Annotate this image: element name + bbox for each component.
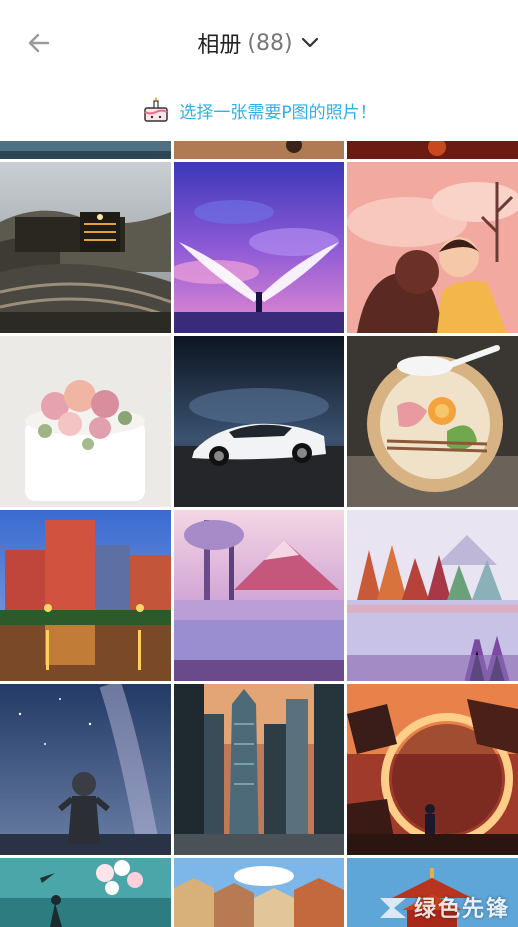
photo-city-reflection[interactable] <box>0 510 171 681</box>
watermark-text: 绿色先锋 <box>413 897 510 922</box>
hint-text: 选择一张需要P图的照片！ <box>179 102 377 123</box>
photo-european-houses[interactable] <box>174 858 344 927</box>
photo-angel-wings[interactable] <box>174 162 344 333</box>
photo-grid: 绿色先锋 <box>0 141 518 927</box>
photo-count: (88) <box>247 30 293 56</box>
photo-flower-cake[interactable] <box>0 336 171 507</box>
photo-couple-illustration[interactable] <box>347 162 518 333</box>
page-title: 相册 <box>197 33 242 58</box>
photo-partial-top-3[interactable] <box>347 141 518 159</box>
photo-purple-mountain-painting[interactable] <box>174 510 344 681</box>
top-bar: 相册 (88) <box>0 0 518 84</box>
watermark-logo-icon <box>379 898 406 918</box>
photo-noodle-bowl[interactable] <box>347 336 518 507</box>
album-selector[interactable]: 相册 (88) <box>0 27 518 59</box>
photo-red-planet-fantasy[interactable] <box>347 684 518 855</box>
cake-icon <box>144 97 169 122</box>
photo-skyscrapers[interactable] <box>174 684 344 855</box>
photo-sports-car[interactable] <box>174 336 344 507</box>
photo-train[interactable] <box>0 162 171 333</box>
photo-partial-top-2[interactable] <box>174 141 344 159</box>
watermark: 绿色先锋 <box>378 891 510 923</box>
hint-banner: 选择一张需要P图的照片！ <box>0 90 518 130</box>
photo-watercolor-forest[interactable] <box>347 510 518 681</box>
chevron-down-icon[interactable] <box>299 32 321 54</box>
photo-balloons[interactable] <box>0 858 171 927</box>
photo-partial-top-1[interactable] <box>0 141 171 159</box>
photo-milky-way-statue[interactable] <box>0 684 171 855</box>
